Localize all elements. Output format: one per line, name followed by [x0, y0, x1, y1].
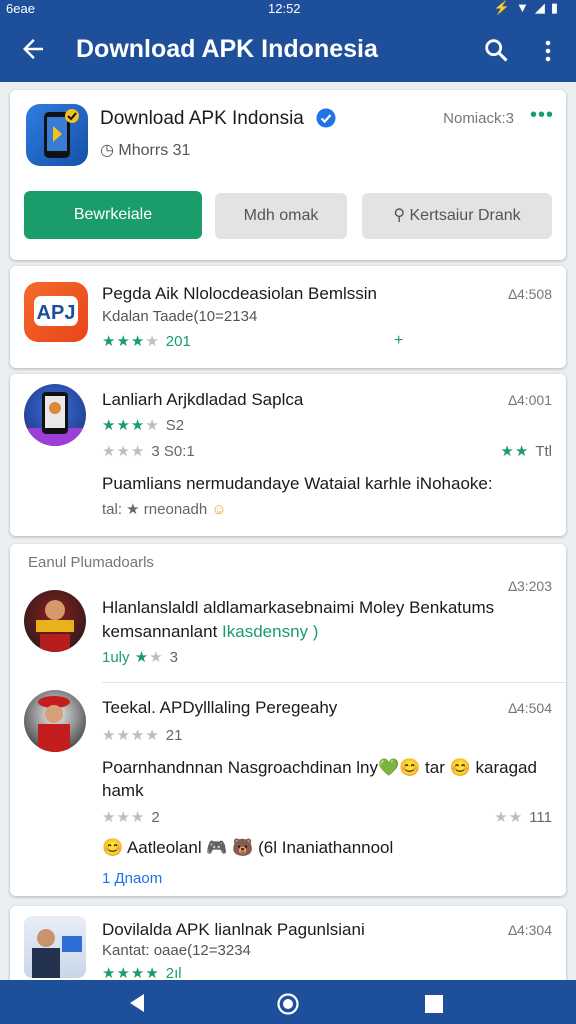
- app-title: Lanliarh Arjkdladad Saplca: [102, 390, 304, 409]
- app-thumbnail: [24, 690, 86, 752]
- app-icon: [26, 104, 88, 166]
- status-icons: ⚡▼◢▮: [494, 0, 564, 16]
- app-description: Poarnhandnnan Nasgroachdinan lny💚😊 tar 😊…: [102, 758, 537, 800]
- rating-count-secondary: 2: [151, 809, 160, 826]
- app-meta: Nomiack:3: [443, 110, 514, 127]
- overflow-menu-icon[interactable]: [536, 38, 560, 64]
- accent-mark: +: [394, 332, 404, 349]
- app-subtitle: Kdalan Taade(10=2134: [102, 308, 258, 325]
- presenter-thumbnail-icon: [32, 929, 82, 978]
- app-title: Dovilalda APK lianlnak Pagunlsiani: [102, 920, 365, 939]
- search-related-label: Kertsaiur Drank: [409, 207, 521, 224]
- app-subtitle-line: kemsannanlant Ikasdensny ): [102, 622, 318, 642]
- app-subtitle: Kantat: oaae(12=3234: [102, 942, 251, 959]
- rating-count: 2ıl: [165, 965, 182, 980]
- app-extra-line: 😊 Aatleolanl 🎮 🐻 (6l Inaniathannool: [102, 838, 394, 857]
- app-name: Download APK Indonsia: [100, 108, 304, 129]
- person-thumbnail-icon: [38, 696, 70, 752]
- rating-stars: ★★★★ 2ıl: [102, 965, 182, 980]
- footer-text: tal: ★ rneonadh: [102, 501, 208, 518]
- section-item[interactable]: Teekal. APDylllaling Peregeahy ∆4:504 ★★…: [10, 684, 566, 894]
- app-card[interactable]: APJ Pegda Aik Nlolocdeasiolan Bemlssin ∆…: [10, 266, 566, 368]
- rating-stars: ★★★★ 21: [102, 727, 183, 744]
- battery-icon: ▮: [550, 0, 564, 15]
- nav-back-icon[interactable]: [126, 992, 148, 1014]
- right-rating: ★★ Ttl: [500, 443, 552, 460]
- rating-stars: ★★★★ S2: [102, 417, 185, 434]
- rating-stars-secondary: ★★★ 3 S0:1: [102, 443, 195, 460]
- wifi-icon: ⚡: [493, 0, 516, 15]
- app-meta: ∆4:504: [508, 700, 552, 716]
- publisher-line: ◷ Mhorrs 31: [100, 140, 190, 160]
- app-footer: tal: ★ rneonadh ☺: [102, 500, 227, 518]
- signal-icon: ▼◢: [515, 0, 551, 15]
- status-carrier: 6eae: [6, 1, 35, 16]
- install-button[interactable]: Bewrkeiale: [24, 191, 202, 239]
- app-title: Hlanlanslaldl aldlamarkasebnaimi Moley B…: [102, 598, 495, 617]
- app-card[interactable]: Lanliarh Arjkdladad Saplca ∆4:001 ★★★★ S2…: [10, 374, 566, 536]
- rating-stars: ★★★★ 201: [102, 333, 191, 350]
- divider: [102, 682, 566, 683]
- svg-text:APJ: APJ: [37, 302, 76, 324]
- rating-count: S2: [165, 417, 185, 434]
- clock-icon: ◷: [100, 142, 119, 159]
- section-card: Eanul Plumadoarls ∆3:203 Hlanlanslaldl a…: [10, 544, 566, 896]
- more-dots-icon[interactable]: •••: [530, 104, 554, 127]
- rating-count: 3: [169, 649, 178, 666]
- app-card[interactable]: Dovilalda APK lianlnak Pagunlsiani ∆4:30…: [10, 906, 566, 980]
- app-meta: ∆4:304: [508, 922, 552, 938]
- section-item[interactable]: ∆3:203 Hlanlanslaldl aldlamarkasebnaimi …: [10, 574, 566, 684]
- page-title: Download APK Indonesia: [76, 35, 378, 63]
- app-meta: ∆4:001: [508, 392, 552, 408]
- app-meta: ∆4:508: [508, 286, 552, 302]
- verified-icon: [316, 108, 336, 128]
- nav-home-icon[interactable]: [276, 992, 300, 1016]
- status-bar: 6eae 12:52 ⚡▼◢▮: [0, 0, 576, 18]
- apk-logo-icon: APJ: [34, 296, 78, 326]
- app-title: Teekal. APDylllaling Peregeahy: [102, 698, 338, 717]
- phone-thumbnail-icon: [24, 392, 86, 446]
- right-rating-count: 111: [529, 809, 552, 826]
- app-icon: APJ: [24, 282, 88, 342]
- rating-prefix: 1uly: [102, 649, 130, 666]
- rating-stars-secondary: ★★★ 2: [102, 809, 160, 826]
- rating-count-secondary: 3 S0:1: [151, 443, 195, 460]
- app-title: Pegda Aik Nlolocdeasiolan Bemlssin: [102, 284, 377, 303]
- search-related-button[interactable]: ⚲ Kertsaiur Drank: [362, 193, 552, 239]
- right-rating-count: Ttl: [535, 443, 552, 460]
- nav-recents-icon[interactable]: [424, 994, 444, 1014]
- status-time: 12:52: [268, 1, 301, 16]
- rating-count: 201: [165, 333, 191, 350]
- rating-stars: 1uly ★★ 3: [102, 649, 178, 666]
- emoji-icon: ☺: [211, 501, 227, 518]
- rating-count: 21: [165, 727, 183, 744]
- search-icon[interactable]: [482, 36, 510, 64]
- right-rating: ★★ 111: [494, 809, 552, 826]
- app-meta: ∆3:203: [508, 578, 552, 594]
- app-thumbnail: [24, 590, 86, 652]
- subtitle-highlight: Ikasdensny ): [222, 622, 319, 641]
- system-nav-bar: [0, 980, 576, 1024]
- secondary-button[interactable]: Mdh omak: [215, 193, 347, 239]
- app-description: Puamlians nermudandaye Wataial karhle iN…: [102, 474, 493, 493]
- featured-app-card: Download APK Indonsia Nomiack:3 ••• ◷ Mh…: [10, 90, 566, 260]
- phone-icon: [44, 109, 79, 158]
- app-thumbnail: [24, 384, 86, 446]
- subtitle-text: kemsannanlant: [102, 622, 218, 641]
- search-small-icon: ⚲: [393, 207, 410, 224]
- app-thumbnail: [24, 916, 86, 978]
- publisher-name: Mhorrs 31: [118, 142, 191, 159]
- app-footer: 1 Дnaom: [102, 870, 163, 887]
- section-header: Eanul Plumadoarls: [28, 554, 154, 571]
- back-arrow-icon[interactable]: [18, 34, 48, 64]
- poster-thumbnail-icon: [36, 600, 74, 652]
- app-bar: Download APK Indonesia: [0, 18, 576, 82]
